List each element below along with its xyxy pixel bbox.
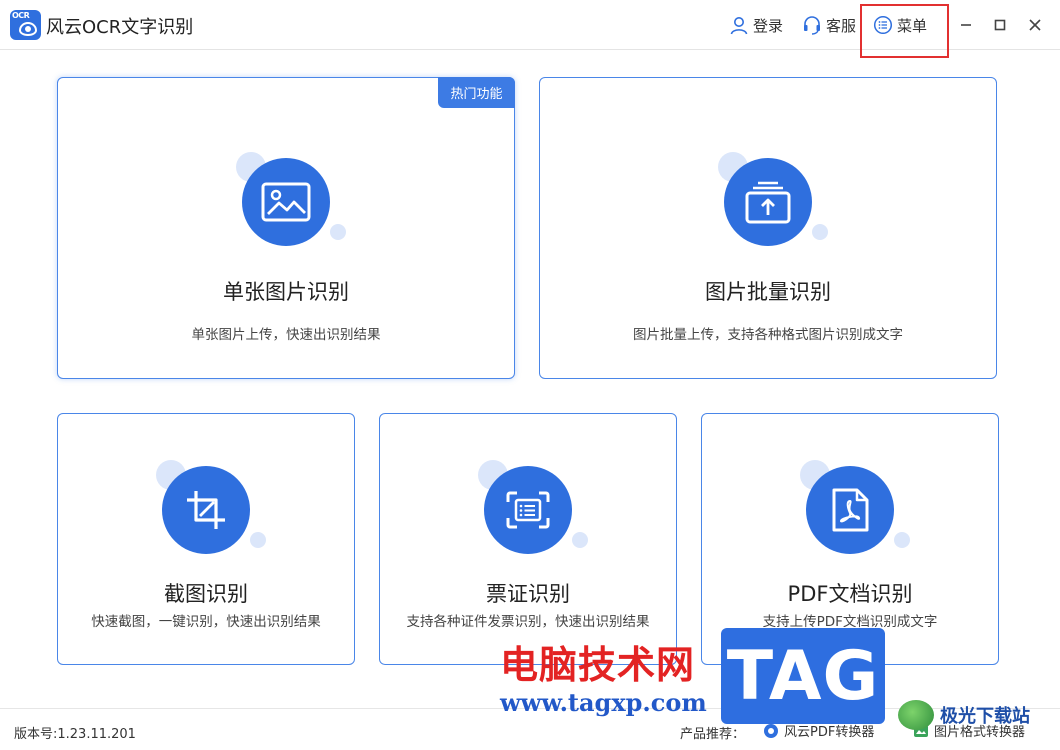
card-single-image-recognition[interactable]: 热门功能 单张图片识别 单张图片上传，快速出识别结果 (57, 77, 515, 379)
version-label: 版本号:1.23.11.201 (14, 727, 136, 742)
recommend-label: 产品推荐： (680, 727, 746, 742)
app-logo: OCR (10, 10, 41, 40)
watermark-site-name: 电脑技术网 (500, 642, 696, 687)
card-screenshot-recognition[interactable]: 截图识别 快速截图，一键识别，快速出识别结果 (57, 413, 355, 665)
image-icon (261, 182, 311, 222)
eye-pupil (25, 26, 31, 32)
deco-circle (330, 224, 346, 240)
card-description: 单张图片上传，快速出识别结果 (191, 327, 381, 343)
card-title: 图片批量识别 (705, 280, 831, 304)
single-icon-wrap (236, 152, 346, 252)
maximize-icon (994, 19, 1006, 31)
upload-stack-icon (745, 181, 791, 224)
icon-circle (242, 158, 330, 246)
watermark-tag-logo: TAG (721, 628, 885, 724)
watermark-download-site: 极光下载站 (898, 700, 1030, 730)
close-icon (1029, 19, 1041, 31)
invoice-icon-wrap (478, 460, 588, 560)
minimize-icon (961, 24, 971, 26)
logo-text: OCR (12, 11, 30, 20)
minimize-button[interactable] (955, 14, 977, 36)
card-invoice-recognition[interactable]: 票证识别 支持各种证件发票识别，快速出识别结果 (379, 413, 677, 665)
icon-circle (484, 466, 572, 554)
headset-icon (804, 16, 820, 35)
deco-circle (572, 532, 588, 548)
service-label: 客服 (826, 16, 857, 35)
menu-highlight-box (860, 4, 949, 58)
deco-circle (812, 224, 828, 240)
card-batch-image-recognition[interactable]: 图片批量识别 图片批量上传，支持各种格式图片识别成文字 (539, 77, 997, 379)
icon-circle (724, 158, 812, 246)
hot-feature-badge: 热门功能 (438, 77, 515, 108)
user-icon (730, 17, 748, 35)
scan-document-icon (506, 491, 550, 529)
pdf-converter-icon (764, 723, 778, 738)
watermark-site-label: 极光下载站 (940, 706, 1030, 727)
card-description: 支持各种证件发票识别，快速出识别结果 (406, 614, 650, 630)
card-title: PDF文档识别 (787, 582, 913, 606)
deco-circle (250, 532, 266, 548)
screenshot-icon-wrap (156, 460, 266, 560)
icon-circle (806, 466, 894, 554)
card-description: 图片批量上传，支持各种格式图片识别成文字 (633, 327, 903, 343)
batch-icon-wrap (718, 152, 828, 252)
title-bar: OCR 风云OCR文字识别 登录 客服 菜单 (0, 0, 1060, 58)
deco-circle (894, 532, 910, 548)
icon-circle (162, 466, 250, 554)
customer-service-button[interactable]: 客服 (802, 14, 856, 36)
card-title: 单张图片识别 (223, 280, 349, 304)
crop-icon (187, 491, 225, 529)
pdf-file-icon (832, 488, 869, 532)
card-description: 快速截图，一键识别，快速出识别结果 (91, 614, 321, 630)
close-button[interactable] (1024, 14, 1046, 36)
site-orb-icon (898, 700, 934, 730)
login-label: 登录 (753, 16, 784, 35)
app-title: 风云OCR文字识别 (46, 17, 194, 38)
maximize-button[interactable] (989, 14, 1011, 36)
card-title: 票证识别 (486, 582, 570, 606)
watermark-url: www.tagxp.com (500, 688, 707, 717)
card-title: 截图识别 (164, 582, 248, 606)
pdf-icon-wrap (800, 460, 910, 560)
login-button[interactable]: 登录 (729, 14, 783, 36)
card-description: 支持上传PDF文档识别成文字 (762, 614, 938, 630)
